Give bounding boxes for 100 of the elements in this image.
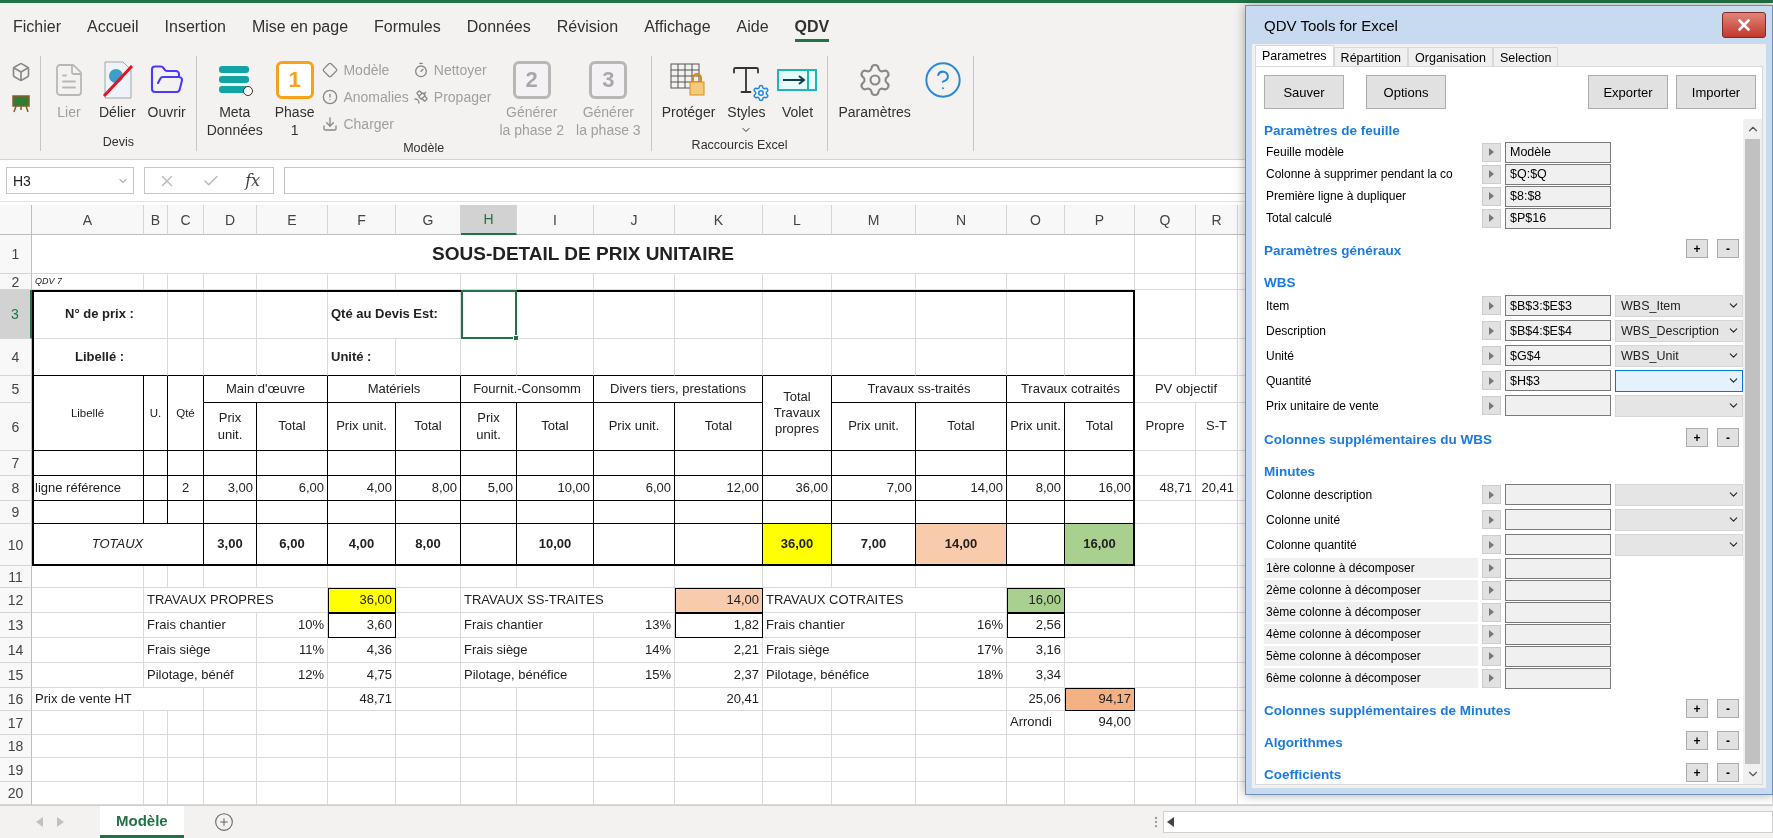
scroll-thumb[interactable] — [1745, 139, 1760, 764]
input-field[interactable]: $P$16 — [1505, 207, 1611, 229]
section-button[interactable]: - — [1717, 239, 1739, 258]
pick-range-button[interactable] — [1482, 668, 1501, 688]
row-header[interactable]: 10 — [0, 524, 32, 566]
input-field[interactable]: $B$4:$E$4 — [1505, 320, 1611, 341]
row-header[interactable]: 12 — [0, 588, 32, 613]
panel-tab[interactable]: Selection — [1492, 47, 1559, 67]
scroll-left-icon[interactable] — [1167, 817, 1174, 827]
column-header[interactable]: M — [832, 205, 916, 235]
insert-function-button[interactable]: fx — [245, 171, 261, 190]
section-button[interactable]: - — [1717, 699, 1739, 718]
row-header[interactable]: 13 — [0, 613, 32, 638]
close-button[interactable] — [1722, 12, 1766, 38]
column-header[interactable]: L — [763, 205, 832, 235]
menu-tab[interactable]: Données — [466, 18, 531, 42]
pick-range-button[interactable] — [1482, 371, 1501, 390]
ribbon-button[interactable]: Ouvrir — [143, 56, 190, 124]
dropdown[interactable]: WBS_Unit — [1615, 344, 1743, 367]
name-box[interactable]: H3 — [6, 167, 134, 194]
column-header[interactable]: B — [144, 205, 168, 235]
row-header[interactable]: 20 — [0, 782, 32, 805]
column-header[interactable]: F — [328, 205, 396, 235]
column-header[interactable]: I — [517, 205, 594, 235]
input-field[interactable]: $8:$8 — [1505, 185, 1611, 207]
column-header[interactable]: C — [168, 205, 204, 235]
ribbon-button[interactable]: Paramètres — [834, 56, 915, 124]
input-field[interactable] — [1505, 579, 1611, 601]
panel-tab[interactable]: Répartition — [1333, 47, 1409, 67]
menu-tab[interactable]: Mise en page — [251, 18, 349, 42]
menu-tab[interactable]: Révision — [556, 18, 619, 42]
ribbon-button[interactable]: Volet — [773, 56, 822, 124]
pick-range-button[interactable] — [1482, 396, 1501, 415]
ribbon-button[interactable]: Délier — [95, 56, 140, 124]
input-field[interactable] — [1505, 484, 1611, 505]
column-header[interactable]: D — [204, 205, 257, 235]
input-field[interactable] — [1505, 667, 1611, 689]
row-header[interactable]: 19 — [0, 758, 32, 782]
column-header[interactable]: K — [675, 205, 763, 235]
panel-button[interactable]: Exporter — [1588, 75, 1668, 109]
pick-range-button[interactable] — [1482, 646, 1501, 666]
panel-tab[interactable]: Parametres — [1255, 45, 1334, 67]
section-button[interactable]: + — [1686, 763, 1708, 782]
selected-cell[interactable] — [461, 290, 517, 339]
column-header[interactable]: O — [1007, 205, 1065, 235]
pick-range-button[interactable] — [1482, 510, 1501, 529]
input-field[interactable] — [1505, 645, 1611, 667]
panel-button[interactable]: Importer — [1676, 75, 1756, 109]
panel-button[interactable]: Sauver — [1264, 75, 1344, 109]
pick-range-button[interactable] — [1482, 296, 1501, 315]
column-header[interactable]: A — [32, 205, 144, 235]
row-header[interactable]: 3 — [0, 290, 32, 339]
pick-range-button[interactable] — [1482, 321, 1501, 340]
menu-tab[interactable]: Insertion — [164, 18, 226, 42]
menu-tab[interactable]: Affichage — [644, 18, 711, 42]
ribbon-button[interactable]: Protéger — [657, 56, 720, 124]
pick-range-button[interactable] — [1482, 624, 1501, 644]
column-header[interactable]: R — [1196, 205, 1238, 235]
pick-range-button[interactable] — [1482, 142, 1501, 162]
panel-tab[interactable]: Organisation — [1408, 47, 1493, 67]
dropdown[interactable] — [1615, 369, 1743, 392]
menu-tab[interactable]: QDV — [794, 18, 830, 42]
input-field[interactable]: Modèle — [1505, 141, 1611, 163]
row-header[interactable]: 18 — [0, 735, 32, 758]
input-field[interactable]: $B$3:$E$3 — [1505, 295, 1611, 316]
pick-range-button[interactable] — [1482, 164, 1501, 184]
column-header[interactable]: H — [461, 205, 517, 235]
pick-range-button[interactable] — [1482, 535, 1501, 554]
column-header[interactable]: G — [396, 205, 461, 235]
pick-range-button[interactable] — [1482, 602, 1501, 622]
row-header[interactable]: 9 — [0, 501, 32, 524]
column-header[interactable]: Q — [1135, 205, 1196, 235]
column-header[interactable]: J — [594, 205, 675, 235]
section-button[interactable]: + — [1686, 731, 1708, 750]
row-header[interactable]: 7 — [0, 451, 32, 476]
row-header[interactable]: 11 — [0, 566, 32, 588]
pick-range-button[interactable] — [1482, 580, 1501, 600]
section-button[interactable]: - — [1717, 428, 1739, 447]
input-field[interactable]: $H$3 — [1505, 370, 1611, 391]
input-field[interactable] — [1505, 534, 1611, 555]
ribbon-button[interactable]: 1 Phase 1 — [270, 56, 319, 141]
pick-range-button[interactable] — [1482, 186, 1501, 206]
row-header[interactable]: 17 — [0, 711, 32, 735]
pick-range-button[interactable] — [1482, 208, 1501, 228]
input-field[interactable] — [1505, 557, 1611, 579]
row-header[interactable]: 1 — [0, 235, 32, 274]
column-header[interactable]: P — [1065, 205, 1135, 235]
column-header[interactable]: E — [257, 205, 328, 235]
row-header[interactable]: 2 — [0, 274, 32, 290]
section-button[interactable]: + — [1686, 239, 1708, 258]
column-header[interactable]: N — [916, 205, 1007, 235]
menu-tab[interactable]: Formules — [374, 18, 441, 42]
input-field[interactable]: $G$4 — [1505, 345, 1611, 366]
panel-button[interactable]: Options — [1366, 75, 1446, 109]
pick-range-button[interactable] — [1482, 346, 1501, 365]
menu-tab[interactable]: Aide — [736, 18, 769, 42]
horizontal-scrollbar[interactable] — [1163, 811, 1773, 833]
pick-range-button[interactable] — [1482, 485, 1501, 504]
row-header[interactable]: 14 — [0, 638, 32, 663]
ribbon-button[interactable]: Meta Données — [202, 56, 267, 141]
